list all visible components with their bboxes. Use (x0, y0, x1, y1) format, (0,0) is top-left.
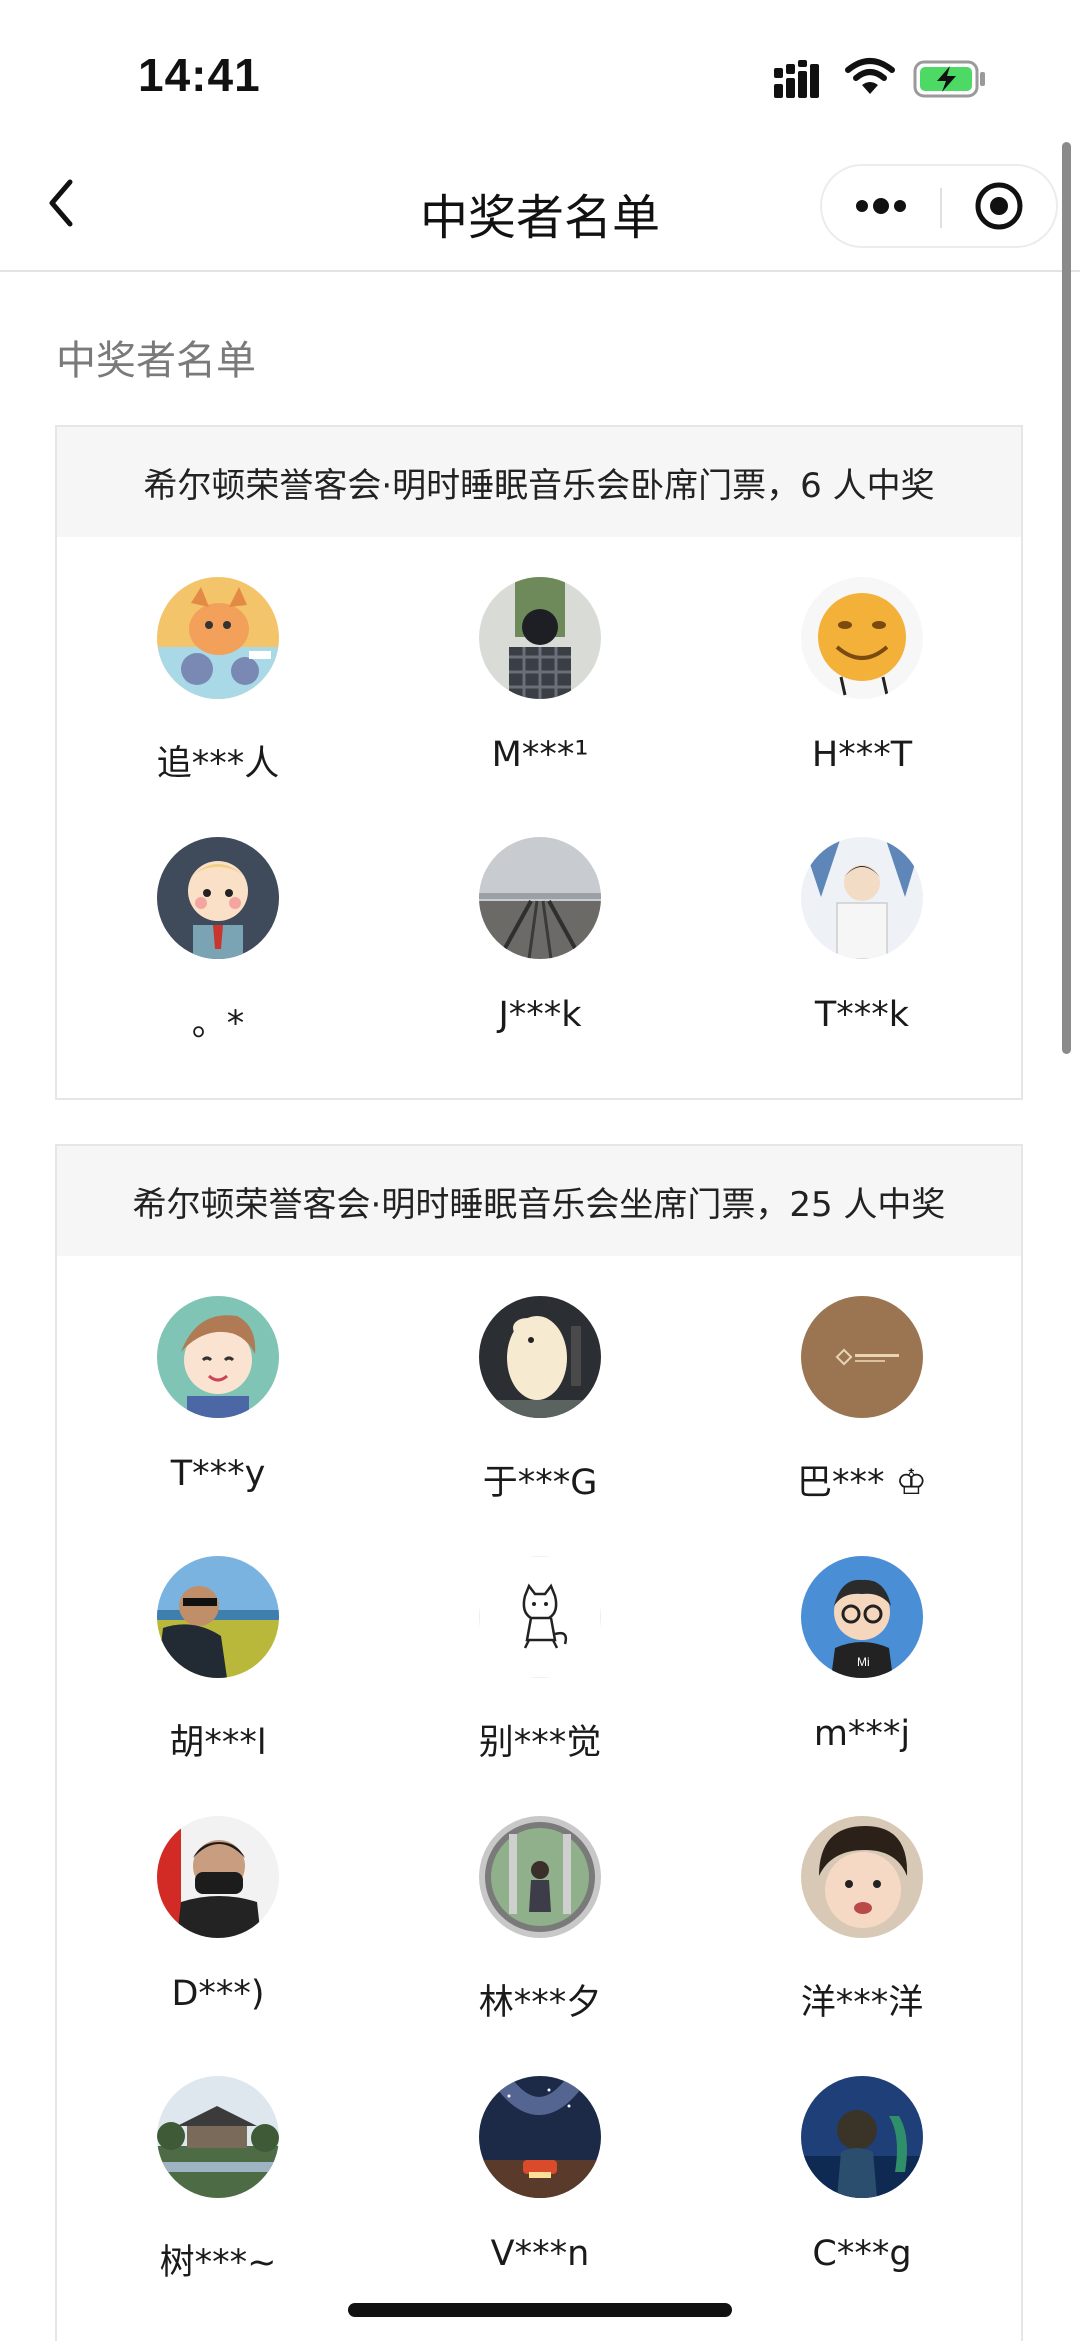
winner-name: 追***人 (156, 744, 280, 784)
prize-card: 希尔顿荣誉客会·明时睡眠音乐会卧席门票，6 人中奖 追***人 M***¹ H*… (55, 425, 1023, 1100)
winner-name: J***k (498, 995, 582, 1035)
winner-name: M***¹ (491, 735, 589, 775)
winner-name: 胡***l (169, 1723, 267, 1763)
winner-name: H***T (811, 735, 913, 775)
winner-name: 林***夕 (478, 1983, 602, 2023)
winner-name: C***g (812, 2234, 912, 2274)
avatar: Mi (801, 1556, 923, 1678)
avatar (801, 837, 923, 959)
status-time: 14:41 (138, 49, 261, 101)
winner-item[interactable]: D***) (57, 1816, 379, 2014)
winner-item[interactable]: T***y (57, 1296, 379, 1494)
avatar (157, 837, 279, 959)
status-bar: 14:41 (0, 0, 1080, 140)
scrollbar[interactable] (1062, 142, 1071, 1054)
avatar (157, 1556, 279, 1678)
home-indicator[interactable] (348, 2303, 732, 2317)
winner-item[interactable]: 林***夕 (379, 1816, 701, 2025)
avatar (157, 2076, 279, 2198)
page: 14:41 中奖者名单 中奖者名单 希尔顿荣誉客会·明时睡眠音乐会卧席门票，6 … (0, 0, 1080, 2341)
target-circle-icon (975, 182, 1023, 230)
winner-name: T***y (170, 1454, 266, 1494)
winner-item[interactable]: 。* (57, 837, 379, 1046)
winner-name: V***n (490, 2234, 590, 2274)
winner-item[interactable]: 于***G (379, 1296, 701, 1505)
avatar (157, 1816, 279, 1938)
winner-name: 于***G (482, 1463, 598, 1503)
svg-text:Mi: Mi (857, 1655, 870, 1669)
winner-item[interactable]: 树***~ (57, 2076, 379, 2285)
avatar (479, 1296, 601, 1418)
avatar (479, 1816, 601, 1938)
avatar (157, 1296, 279, 1418)
winner-item[interactable]: J***k (379, 837, 701, 1035)
signal-icon (774, 60, 830, 102)
winner-item[interactable]: 胡***l (57, 1556, 379, 1765)
battery-charging-icon (913, 60, 989, 102)
winner-name: 洋***洋 (800, 1983, 924, 2023)
winner-item[interactable]: H***T (701, 577, 1023, 775)
prize-title: 希尔顿荣誉客会·明时睡眠音乐会坐席门票，25 人中奖 (57, 1146, 1021, 1256)
winner-name: D***) (171, 1974, 265, 2014)
nav-bar: 中奖者名单 (0, 140, 1080, 272)
winner-item[interactable]: 巴*** ♔ (701, 1296, 1023, 1505)
prize-title: 希尔顿荣誉客会·明时睡眠音乐会卧席门票，6 人中奖 (57, 427, 1021, 537)
winner-name: T***k (814, 995, 910, 1035)
winner-name: m***j (813, 1714, 911, 1754)
winner-name: 巴*** ♔ (796, 1463, 927, 1503)
avatar (479, 837, 601, 959)
mini-program-capsule (820, 164, 1058, 248)
avatar (479, 1556, 601, 1678)
winner-item[interactable]: M***¹ (379, 577, 701, 775)
winner-item[interactable]: C***g (701, 2076, 1023, 2274)
wifi-icon (845, 56, 895, 100)
winner-item[interactable]: 别***觉 (379, 1556, 701, 1765)
winner-item[interactable]: T***k (701, 837, 1023, 1035)
more-button[interactable] (822, 166, 940, 246)
avatar (801, 1816, 923, 1938)
winner-item[interactable]: V***n (379, 2076, 701, 2274)
section-heading: 中奖者名单 (56, 338, 256, 384)
avatar (479, 2076, 601, 2198)
winner-item[interactable]: Mi m***j (701, 1556, 1023, 1754)
prize-card: 希尔顿荣誉客会·明时睡眠音乐会坐席门票，25 人中奖 T***y 于***G 巴… (55, 1144, 1023, 2341)
avatar (157, 577, 279, 699)
winner-name: 别***觉 (478, 1723, 602, 1763)
winner-name: 树***~ (159, 2243, 277, 2283)
avatar (801, 2076, 923, 2198)
winner-item[interactable]: 洋***洋 (701, 1816, 1023, 2025)
more-dots-icon (856, 198, 906, 214)
winner-item[interactable]: 追***人 (57, 577, 379, 786)
winner-name: 。* (191, 1004, 245, 1044)
avatar (801, 1296, 923, 1418)
avatar (479, 577, 601, 699)
avatar (801, 577, 923, 699)
close-mini-program-button[interactable] (942, 166, 1056, 246)
